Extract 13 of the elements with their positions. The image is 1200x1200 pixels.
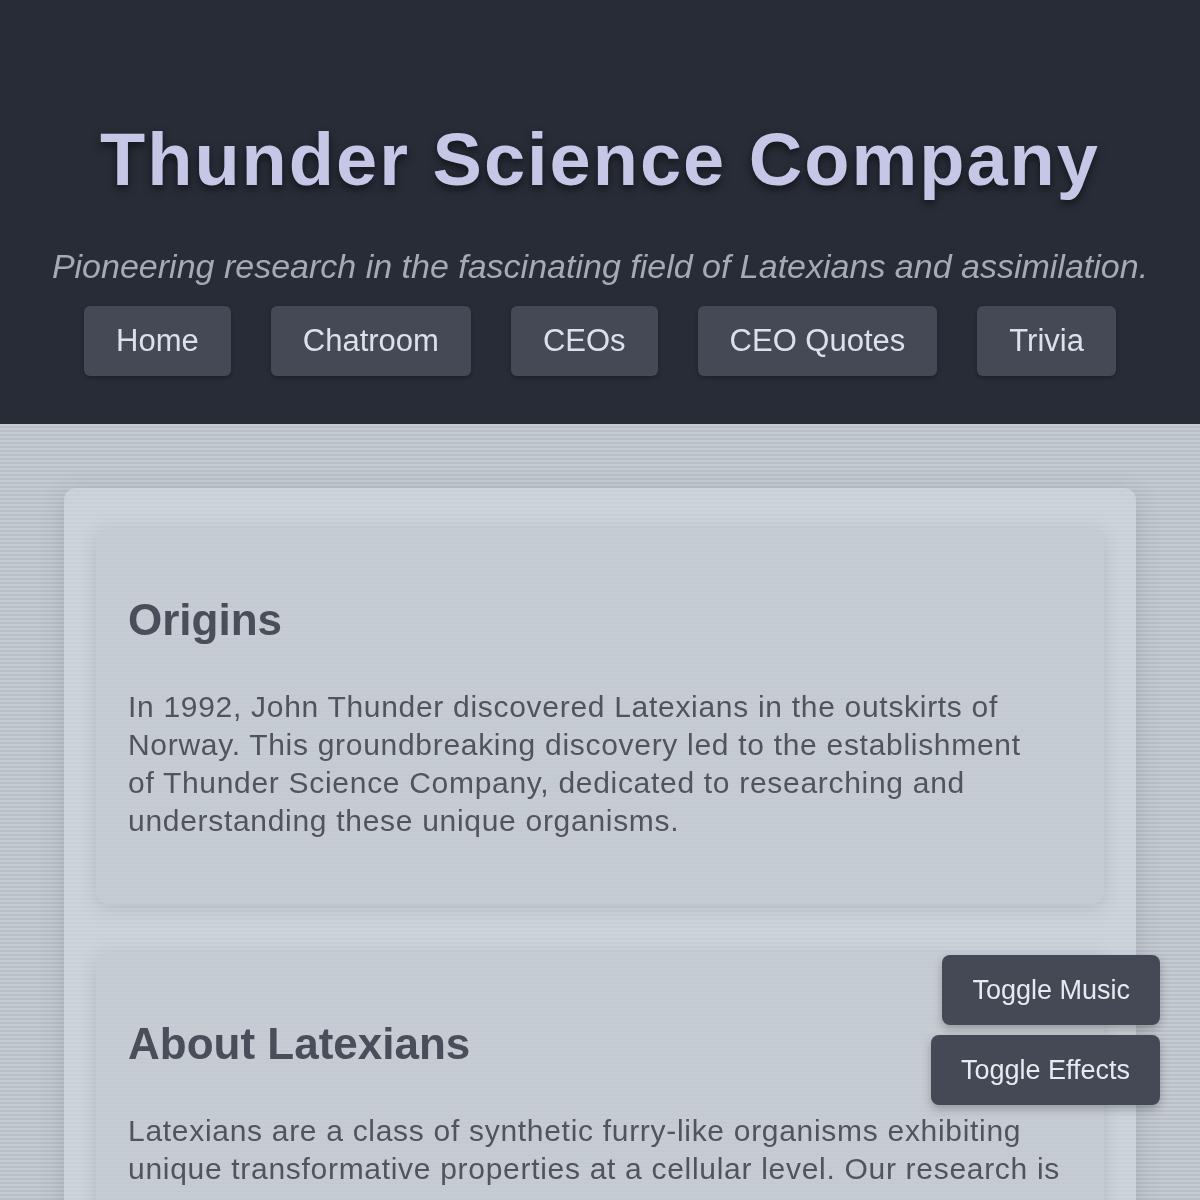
site-title: Thunder Science Company xyxy=(100,118,1100,202)
section-heading: Origins xyxy=(128,595,283,645)
nav-button[interactable]: Trivia xyxy=(977,306,1116,376)
nav-button[interactable]: Chatroom xyxy=(270,306,471,376)
section-paragraph: Latexians are a class of synthetic furry-like organisms exhibiting unique transformative properties at a cellular level. Our research is xyxy=(128,1113,1062,1187)
section-paragraph: In 1992, John Thunder discovered Latexians in the outskirts of Norway. This groundbreaking discovery led to the establishment of Thunder Science Company, dedicated to researching and understanding these unique organisms. xyxy=(128,689,1022,839)
toggle-button[interactable]: Toggle Effects xyxy=(930,1035,1160,1105)
nav-button[interactable]: CEOs xyxy=(510,306,658,376)
section-heading: About Latexians xyxy=(128,1019,471,1069)
toggle-button[interactable]: Toggle Music xyxy=(942,955,1160,1025)
site-tagline: Pioneering research in the fascinating field of Latexians and assimilation. xyxy=(51,246,1149,287)
nav-button[interactable]: CEO Quotes xyxy=(697,306,938,376)
nav-button[interactable]: Home xyxy=(84,306,231,376)
